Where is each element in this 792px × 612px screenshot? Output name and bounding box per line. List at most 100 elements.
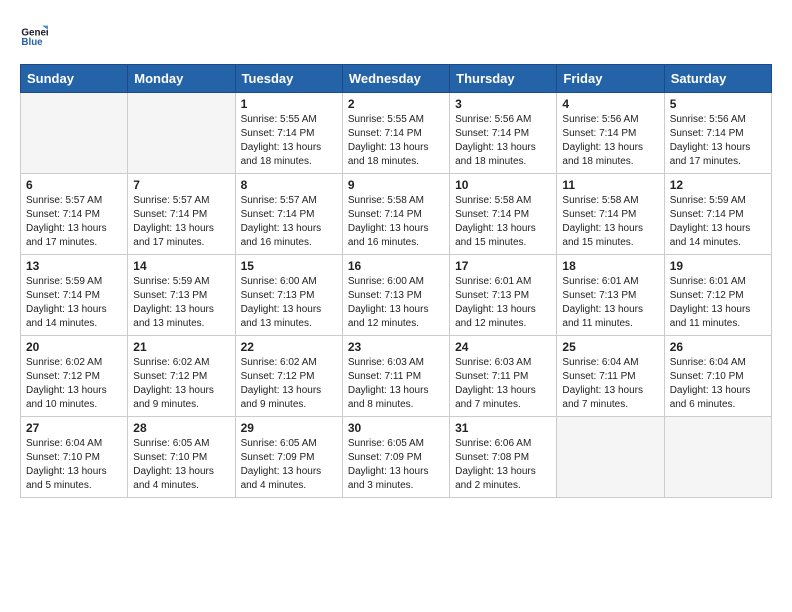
day-number: 16 [348,259,444,273]
day-number: 20 [26,340,122,354]
day-number: 19 [670,259,766,273]
day-number: 22 [241,340,337,354]
calendar-col-header: Sunday [21,65,128,93]
calendar-cell: 17 Sunrise: 6:01 AM Sunset: 7:13 PM Dayli… [450,255,557,336]
day-details: Sunrise: 5:55 AM Sunset: 7:14 PM Dayligh… [241,113,337,169]
day-number: 5 [670,97,766,111]
day-details: Sunrise: 6:01 AM Sunset: 7:13 PM Dayligh… [562,275,658,331]
day-details: Sunrise: 6:02 AM Sunset: 7:12 PM Dayligh… [241,356,337,412]
calendar-col-header: Thursday [450,65,557,93]
day-details: Sunrise: 5:56 AM Sunset: 7:14 PM Dayligh… [562,113,658,169]
calendar-cell: 28 Sunrise: 6:05 AM Sunset: 7:10 PM Dayli… [128,417,235,498]
day-details: Sunrise: 6:00 AM Sunset: 7:13 PM Dayligh… [348,275,444,331]
day-number: 26 [670,340,766,354]
day-number: 2 [348,97,444,111]
calendar-week-row: 1 Sunrise: 5:55 AM Sunset: 7:14 PM Daylig… [21,93,772,174]
calendar-col-header: Wednesday [342,65,449,93]
calendar-cell: 25Sunrise: 6:04 AM Sunset: 7:11 PM Dayli… [557,336,664,417]
day-details: Sunrise: 6:00 AM Sunset: 7:13 PM Dayligh… [241,275,337,331]
calendar-cell: 29 Sunrise: 6:05 AM Sunset: 7:09 PM Dayli… [235,417,342,498]
calendar-col-header: Monday [128,65,235,93]
day-number: 27 [26,421,122,435]
day-number: 12 [670,178,766,192]
calendar-cell: 20 Sunrise: 6:02 AM Sunset: 7:12 PM Dayli… [21,336,128,417]
day-details: Sunrise: 5:58 AM Sunset: 7:14 PM Dayligh… [455,194,551,250]
day-details: Sunrise: 6:01 AM Sunset: 7:13 PM Dayligh… [455,275,551,331]
calendar-cell: 5Sunrise: 5:56 AM Sunset: 7:14 PM Daylig… [664,93,771,174]
day-details: Sunrise: 6:02 AM Sunset: 7:12 PM Dayligh… [26,356,122,412]
day-number: 11 [562,178,658,192]
calendar-cell: 16 Sunrise: 6:00 AM Sunset: 7:13 PM Dayli… [342,255,449,336]
calendar-week-row: 13 Sunrise: 5:59 AM Sunset: 7:14 PM Dayli… [21,255,772,336]
calendar-col-header: Saturday [664,65,771,93]
day-number: 7 [133,178,229,192]
day-number: 13 [26,259,122,273]
day-number: 21 [133,340,229,354]
day-details: Sunrise: 5:57 AM Sunset: 7:14 PM Dayligh… [241,194,337,250]
day-details: Sunrise: 5:59 AM Sunset: 7:13 PM Dayligh… [133,275,229,331]
day-number: 17 [455,259,551,273]
day-details: Sunrise: 6:05 AM Sunset: 7:09 PM Dayligh… [348,437,444,493]
calendar-table: SundayMondayTuesdayWednesdayThursdayFrid… [20,64,772,498]
day-number: 28 [133,421,229,435]
calendar-col-header: Tuesday [235,65,342,93]
day-details: Sunrise: 5:56 AM Sunset: 7:14 PM Dayligh… [455,113,551,169]
day-details: Sunrise: 6:05 AM Sunset: 7:09 PM Dayligh… [241,437,337,493]
calendar-cell: 14 Sunrise: 5:59 AM Sunset: 7:13 PM Dayli… [128,255,235,336]
day-details: Sunrise: 5:57 AM Sunset: 7:14 PM Dayligh… [26,194,122,250]
day-details: Sunrise: 5:55 AM Sunset: 7:14 PM Dayligh… [348,113,444,169]
calendar-cell: 27Sunrise: 6:04 AM Sunset: 7:10 PM Dayli… [21,417,128,498]
calendar-col-header: Friday [557,65,664,93]
day-number: 15 [241,259,337,273]
day-number: 31 [455,421,551,435]
page-header: General Blue [20,20,772,48]
calendar-week-row: 27Sunrise: 6:04 AM Sunset: 7:10 PM Dayli… [21,417,772,498]
logo: General Blue [20,20,52,48]
day-details: Sunrise: 6:05 AM Sunset: 7:10 PM Dayligh… [133,437,229,493]
calendar-cell: 4 Sunrise: 5:56 AM Sunset: 7:14 PM Daylig… [557,93,664,174]
calendar-cell: 11 Sunrise: 5:58 AM Sunset: 7:14 PM Dayli… [557,174,664,255]
day-details: Sunrise: 6:02 AM Sunset: 7:12 PM Dayligh… [133,356,229,412]
day-number: 4 [562,97,658,111]
calendar-header-row: SundayMondayTuesdayWednesdayThursdayFrid… [21,65,772,93]
calendar-cell: 24 Sunrise: 6:03 AM Sunset: 7:11 PM Dayli… [450,336,557,417]
day-details: Sunrise: 6:06 AM Sunset: 7:08 PM Dayligh… [455,437,551,493]
day-number: 1 [241,97,337,111]
day-number: 9 [348,178,444,192]
calendar-cell: 23Sunrise: 6:03 AM Sunset: 7:11 PM Dayli… [342,336,449,417]
day-details: Sunrise: 5:57 AM Sunset: 7:14 PM Dayligh… [133,194,229,250]
day-details: Sunrise: 5:58 AM Sunset: 7:14 PM Dayligh… [348,194,444,250]
calendar-cell [557,417,664,498]
calendar-cell: 18 Sunrise: 6:01 AM Sunset: 7:13 PM Dayli… [557,255,664,336]
day-number: 23 [348,340,444,354]
calendar-cell: 21 Sunrise: 6:02 AM Sunset: 7:12 PM Dayli… [128,336,235,417]
day-number: 29 [241,421,337,435]
day-number: 18 [562,259,658,273]
calendar-cell: 10 Sunrise: 5:58 AM Sunset: 7:14 PM Dayli… [450,174,557,255]
calendar-week-row: 6Sunrise: 5:57 AM Sunset: 7:14 PM Daylig… [21,174,772,255]
day-details: Sunrise: 5:58 AM Sunset: 7:14 PM Dayligh… [562,194,658,250]
day-number: 8 [241,178,337,192]
day-number: 24 [455,340,551,354]
day-details: Sunrise: 5:59 AM Sunset: 7:14 PM Dayligh… [670,194,766,250]
calendar-cell: 26 Sunrise: 6:04 AM Sunset: 7:10 PM Dayli… [664,336,771,417]
day-number: 14 [133,259,229,273]
day-number: 25 [562,340,658,354]
day-details: Sunrise: 6:01 AM Sunset: 7:12 PM Dayligh… [670,275,766,331]
calendar-cell: 6Sunrise: 5:57 AM Sunset: 7:14 PM Daylig… [21,174,128,255]
logo-icon: General Blue [20,20,48,48]
calendar-cell: 7 Sunrise: 5:57 AM Sunset: 7:14 PM Daylig… [128,174,235,255]
day-details: Sunrise: 5:59 AM Sunset: 7:14 PM Dayligh… [26,275,122,331]
day-details: Sunrise: 6:04 AM Sunset: 7:10 PM Dayligh… [670,356,766,412]
calendar-cell: 15 Sunrise: 6:00 AM Sunset: 7:13 PM Dayli… [235,255,342,336]
calendar-cell: 12 Sunrise: 5:59 AM Sunset: 7:14 PM Dayli… [664,174,771,255]
svg-text:Blue: Blue [21,37,43,48]
day-number: 10 [455,178,551,192]
day-number: 3 [455,97,551,111]
calendar-cell: 19 Sunrise: 6:01 AM Sunset: 7:12 PM Dayli… [664,255,771,336]
calendar-cell: 3 Sunrise: 5:56 AM Sunset: 7:14 PM Daylig… [450,93,557,174]
calendar-cell: 30Sunrise: 6:05 AM Sunset: 7:09 PM Dayli… [342,417,449,498]
day-details: Sunrise: 6:03 AM Sunset: 7:11 PM Dayligh… [455,356,551,412]
calendar-cell: 22 Sunrise: 6:02 AM Sunset: 7:12 PM Dayli… [235,336,342,417]
calendar-cell [128,93,235,174]
